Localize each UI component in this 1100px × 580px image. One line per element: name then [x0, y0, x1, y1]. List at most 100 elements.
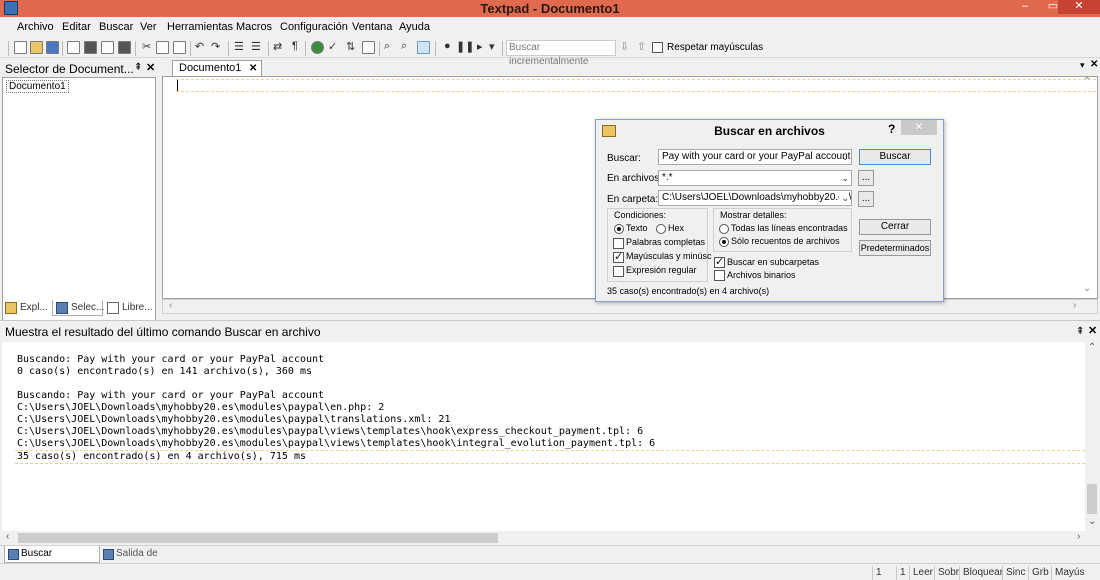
text-radio[interactable]	[614, 224, 624, 234]
new-file-icon[interactable]	[14, 41, 27, 54]
toolbar-grip	[8, 41, 9, 56]
scrollbar-thumb[interactable]	[1087, 484, 1097, 514]
search-down-icon[interactable]: ⇩	[620, 40, 629, 53]
output-line: 0 caso(s) encontrado(s) en 141 archivo(s…	[17, 366, 313, 377]
tab-search-results[interactable]: Buscar Resultados	[4, 546, 100, 575]
spelling-icon[interactable]: ✓	[328, 40, 337, 53]
editor-menu-icon[interactable]: ▾	[1080, 60, 1085, 71]
defaults-button[interactable]: Predeterminados	[859, 240, 931, 256]
open-file-icon[interactable]	[30, 41, 43, 54]
counts-only-radio[interactable]	[719, 237, 729, 247]
output-line[interactable]: C:\Users\JOEL\Downloads\myhobby20.es\mod…	[17, 438, 655, 449]
print-icon[interactable]	[84, 41, 97, 54]
menu-configuracion[interactable]: Configuración	[280, 21, 348, 33]
tab-documento1[interactable]: Documento1 ✕	[172, 60, 262, 76]
output-close-icon[interactable]: ✕	[1088, 324, 1097, 337]
close-tab-icon[interactable]: ✕	[249, 61, 257, 76]
scroll-up-icon[interactable]: ⌃	[1083, 76, 1091, 87]
incremental-search-input[interactable]: Buscar incrementalmente	[506, 40, 616, 67]
close-panel-icon[interactable]: ✕	[146, 61, 155, 74]
show-formatting-icon[interactable]: ¶	[292, 40, 298, 52]
pause-macro-icon[interactable]: ❚❚	[456, 40, 474, 53]
output-pin-icon[interactable]: ⇞	[1076, 326, 1084, 337]
clip-library-icon	[107, 302, 119, 314]
tab-tool-output[interactable]: Salida de Herramientas	[100, 546, 220, 575]
hex-radio[interactable]	[656, 224, 666, 234]
compare-files-icon[interactable]	[362, 41, 375, 54]
cut-icon[interactable]: ✂	[142, 40, 151, 53]
search-button[interactable]: Buscar	[859, 149, 931, 165]
pin-icon[interactable]: ⇞	[134, 62, 142, 73]
copy-icon[interactable]	[156, 41, 169, 54]
document-list-item[interactable]: Documento1	[6, 80, 69, 93]
find-in-files-icon[interactable]	[417, 41, 430, 54]
scrollbar-thumb[interactable]	[18, 533, 498, 543]
search-up-icon[interactable]: ⇧	[637, 40, 646, 53]
show-details-group: Mostrar detalles: Todas las líneas encon…	[713, 208, 852, 252]
find-icon[interactable]: ⌕	[384, 40, 390, 53]
tab-explorer[interactable]: Expl...	[2, 300, 52, 316]
web-browser-icon[interactable]	[311, 41, 324, 54]
output-vertical-scrollbar[interactable]: ⌃ ⌄	[1085, 342, 1100, 531]
editor-close-icon[interactable]: ✕	[1090, 59, 1098, 70]
binary-files-checkbox[interactable]	[714, 270, 725, 281]
save-icon[interactable]	[46, 41, 59, 54]
files-input[interactable]: *.* ⌄	[658, 170, 852, 186]
match-case-checkbox[interactable]	[652, 42, 663, 53]
status-sync: Sinc	[1002, 566, 1028, 580]
output-line[interactable]: C:\Users\JOEL\Downloads\myhobby20.es\mod…	[17, 426, 643, 437]
browse-files-button[interactable]: ...	[858, 170, 874, 186]
print-preview-icon[interactable]	[101, 41, 114, 54]
tab-library[interactable]: Libre...	[104, 300, 156, 316]
chevron-down-icon[interactable]: ⌄	[841, 171, 849, 185]
regex-checkbox[interactable]	[613, 266, 624, 277]
whole-words-checkbox[interactable]	[613, 238, 624, 249]
indent-icon[interactable]: ☰	[251, 40, 261, 53]
menu-herramientas[interactable]: Herramientas	[167, 21, 233, 33]
menu-macros[interactable]: Macros	[236, 21, 272, 33]
word-wrap-icon[interactable]: ⇄	[273, 40, 282, 53]
outdent-icon[interactable]: ☰	[234, 40, 244, 53]
toolbar-overflow-icon[interactable]: ▾	[489, 40, 495, 53]
scroll-down-icon[interactable]: ⌄	[1083, 283, 1091, 294]
scroll-left-icon[interactable]: ‹	[6, 531, 9, 542]
output-line[interactable]: C:\Users\JOEL\Downloads\myhobby20.es\mod…	[17, 414, 450, 425]
output-horizontal-scrollbar[interactable]: ‹ ›	[2, 531, 1100, 545]
chevron-down-icon[interactable]: ⌄	[841, 150, 849, 164]
match-case-checkbox[interactable]	[613, 250, 624, 263]
minimize-button[interactable]: ‒	[1012, 0, 1038, 14]
browse-folder-button[interactable]: ...	[858, 191, 874, 207]
chevron-down-icon[interactable]: ⌄	[839, 191, 849, 205]
menu-ver[interactable]: Ver	[140, 21, 157, 33]
search-input[interactable]: Pay with your card or your PayPal accoun…	[658, 149, 852, 165]
menu-archivo[interactable]: Archivo	[17, 21, 54, 33]
output-line[interactable]: C:\Users\JOEL\Downloads\myhobby20.es\mod…	[17, 402, 384, 413]
scroll-down-icon[interactable]: ⌄	[1088, 516, 1096, 527]
play-macro-icon[interactable]: ▸	[477, 40, 483, 53]
tab-selector[interactable]: Selec...	[52, 300, 104, 316]
sort-icon[interactable]: ⇅	[346, 40, 355, 53]
scroll-right-icon[interactable]: ›	[1073, 300, 1076, 311]
replace-icon[interactable]: ⌕	[401, 40, 407, 53]
redo-icon[interactable]: ↷	[211, 40, 220, 53]
scroll-up-icon[interactable]: ⌃	[1088, 342, 1096, 353]
dialog-close-button[interactable]: ✕	[901, 120, 937, 135]
menu-ventana[interactable]: Ventana	[352, 21, 392, 33]
help-icon[interactable]: ?	[888, 122, 895, 136]
subfolders-checkbox[interactable]	[714, 255, 725, 268]
close-button[interactable]: ✕	[1058, 0, 1100, 14]
record-macro-icon[interactable]: ●	[444, 40, 451, 52]
menu-buscar[interactable]: Buscar	[99, 21, 133, 33]
menu-editar[interactable]: Editar	[62, 21, 91, 33]
all-lines-radio[interactable]	[719, 224, 729, 234]
folder-input[interactable]: C:\Users\JOEL\Downloads\myhobby20.es\mod…	[658, 190, 852, 206]
undo-icon[interactable]: ↶	[195, 40, 204, 53]
save-all-icon[interactable]	[67, 41, 80, 54]
search-results-output[interactable]: Buscando: Pay with your card or your Pay…	[2, 342, 1085, 531]
scroll-left-icon[interactable]: ‹	[169, 300, 172, 311]
scroll-right-icon[interactable]: ›	[1077, 531, 1080, 542]
spell-check-icon[interactable]	[118, 41, 131, 54]
menu-ayuda[interactable]: Ayuda	[399, 21, 430, 33]
close-dialog-button[interactable]: Cerrar	[859, 219, 931, 235]
paste-icon[interactable]	[173, 41, 186, 54]
